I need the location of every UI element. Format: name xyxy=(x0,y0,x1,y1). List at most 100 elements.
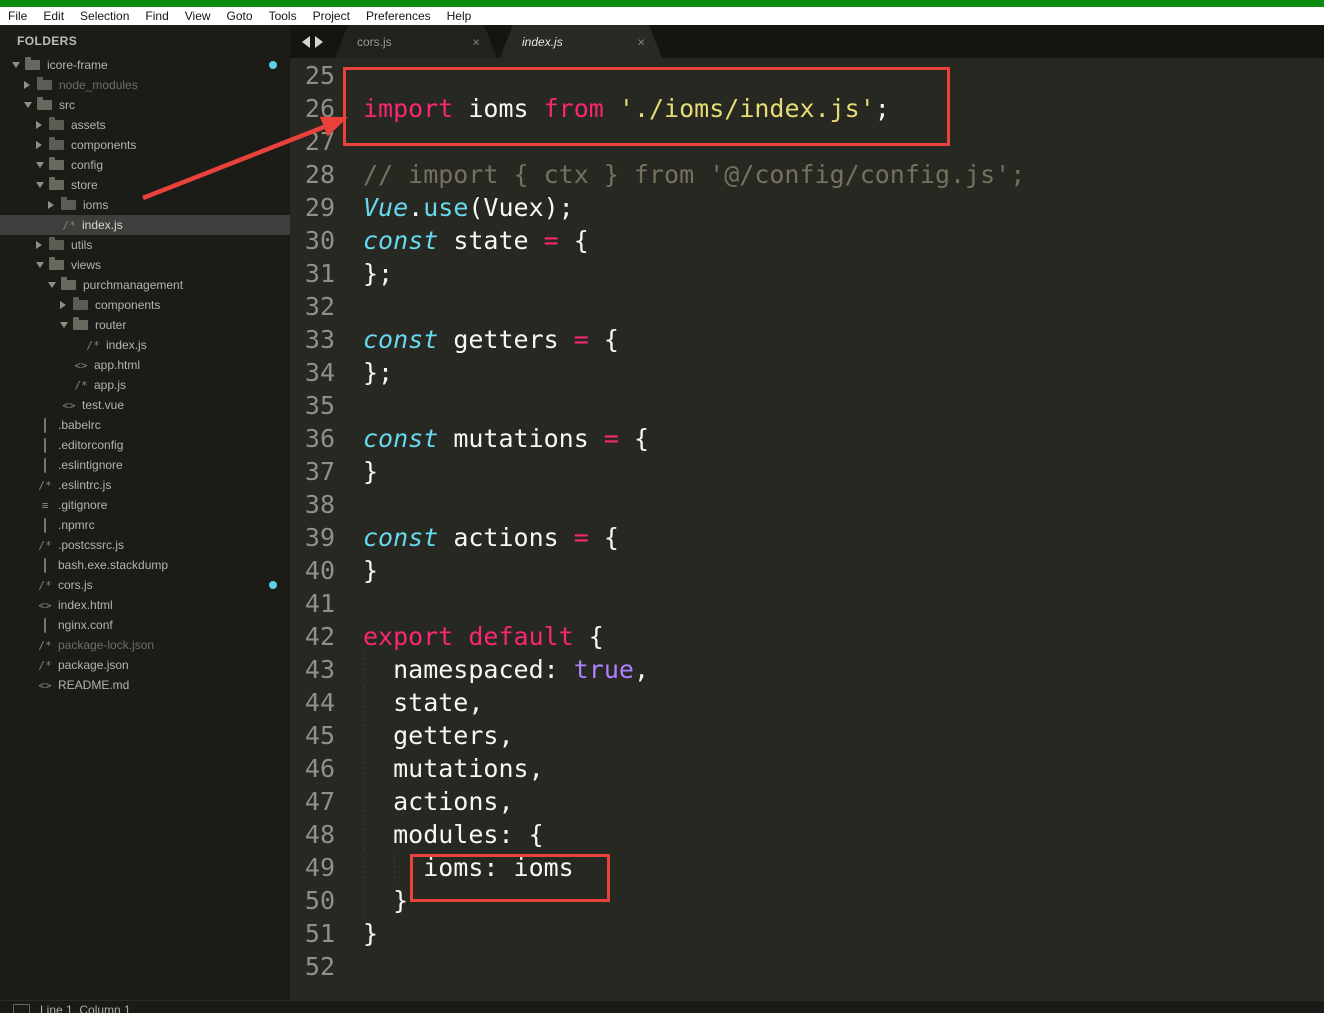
sidebar-item-nginx.conf[interactable]: nginx.conf xyxy=(0,615,290,635)
sidebar-item-label: app.js xyxy=(94,378,126,392)
line-number: 25 xyxy=(290,59,345,92)
sidebar-item-app.html[interactable]: <>app.html xyxy=(0,355,290,375)
folder-icon xyxy=(37,100,52,110)
sidebar: FOLDERS icore-framenode_modulessrcassets… xyxy=(0,25,290,1000)
token: true xyxy=(574,655,634,684)
token xyxy=(453,622,468,651)
menu-bar: FileEditSelectionFindViewGotoToolsProjec… xyxy=(0,7,1324,25)
code-text: import ioms from './ioms/index.js'; xyxy=(345,92,1324,125)
sidebar-item-views[interactable]: views xyxy=(0,255,290,275)
sidebar-item-.editorconfig[interactable]: .editorconfig xyxy=(0,435,290,455)
tab-cors-js[interactable]: cors.js× xyxy=(335,25,497,58)
sidebar-item-label: src xyxy=(59,98,75,112)
token: namespaced: xyxy=(363,655,574,684)
menu-item-view[interactable]: View xyxy=(177,9,219,23)
sidebar-item-.postcssrc.js[interactable]: /*.postcssrc.js xyxy=(0,535,290,555)
sidebar-item-.babelrc[interactable]: .babelrc xyxy=(0,415,290,435)
tab-close-icon[interactable]: × xyxy=(472,35,480,48)
sidebar-item-index.html[interactable]: <>index.html xyxy=(0,595,290,615)
sidebar-item-store[interactable]: store xyxy=(0,175,290,195)
line-number: 43 xyxy=(290,653,345,686)
menu-item-selection[interactable]: Selection xyxy=(72,9,137,23)
indent-guide xyxy=(364,818,365,851)
menu-item-goto[interactable]: Goto xyxy=(219,9,261,23)
sidebar-item-readme.md[interactable]: <>README.md xyxy=(0,675,290,695)
sidebar-item-bash.exe.stackdump[interactable]: bash.exe.stackdump xyxy=(0,555,290,575)
sidebar-item-utils[interactable]: utils xyxy=(0,235,290,255)
tab-scroll-left-icon[interactable] xyxy=(302,36,310,48)
sidebar-item-components[interactable]: components xyxy=(0,295,290,315)
sidebar-item-index.js[interactable]: /*index.js xyxy=(0,215,290,235)
js-file-icon: /* xyxy=(37,659,53,672)
code-line: 32 xyxy=(290,290,1324,323)
token: { xyxy=(589,523,619,552)
token: './ioms/index.js' xyxy=(619,94,875,123)
menu-item-edit[interactable]: Edit xyxy=(35,9,72,23)
tab-label: index.js xyxy=(522,35,563,49)
folder-icon xyxy=(73,320,88,330)
sidebar-item-.gitignore[interactable]: ≡.gitignore xyxy=(0,495,290,515)
folder-collapse-arrow-icon[interactable] xyxy=(36,121,49,129)
tab-scroll-right-icon[interactable] xyxy=(315,36,323,48)
menu-item-project[interactable]: Project xyxy=(305,9,358,23)
menu-item-preferences[interactable]: Preferences xyxy=(358,9,439,23)
line-number: 40 xyxy=(290,554,345,587)
sidebar-item-package-lock.json[interactable]: /*package-lock.json xyxy=(0,635,290,655)
menu-item-help[interactable]: Help xyxy=(439,9,480,23)
token: , xyxy=(634,655,649,684)
code-line: 44 state, xyxy=(290,686,1324,719)
folder-expand-arrow-icon[interactable] xyxy=(36,262,49,268)
sidebar-item-app.js[interactable]: /*app.js xyxy=(0,375,290,395)
sidebar-item-config[interactable]: config xyxy=(0,155,290,175)
folder-expand-arrow-icon[interactable] xyxy=(48,282,61,288)
folder-collapse-arrow-icon[interactable] xyxy=(60,301,73,309)
sidebar-item-label: config xyxy=(71,158,103,172)
folder-expand-arrow-icon[interactable] xyxy=(60,322,73,328)
folder-icon xyxy=(49,140,64,150)
sidebar-item-package.json[interactable]: /* package.json xyxy=(0,655,290,675)
folder-collapse-arrow-icon[interactable] xyxy=(36,241,49,249)
sidebar-item-index.js[interactable]: /*index.js xyxy=(0,335,290,355)
generic-file-icon xyxy=(37,619,53,632)
sidebar-item-components[interactable]: components xyxy=(0,135,290,155)
sidebar-item-.eslintrc.js[interactable]: /* .eslintrc.js xyxy=(0,475,290,495)
folder-expand-arrow-icon[interactable] xyxy=(12,62,25,68)
folder-expand-arrow-icon[interactable] xyxy=(24,102,37,108)
code-line: 40} xyxy=(290,554,1324,587)
sidebar-item-icore-frame[interactable]: icore-frame xyxy=(0,55,290,75)
token: const xyxy=(363,226,438,255)
sidebar-item-.npmrc[interactable]: .npmrc xyxy=(0,515,290,535)
sidebar-item-test.vue[interactable]: <>test.vue xyxy=(0,395,290,415)
sidebar-item-purchmanagement[interactable]: purchmanagement xyxy=(0,275,290,295)
tab-close-icon[interactable]: × xyxy=(637,35,645,48)
menu-item-find[interactable]: Find xyxy=(137,9,176,23)
sidebar-item-label: package.json xyxy=(58,658,129,672)
sidebar-item-cors.js[interactable]: /*cors.js xyxy=(0,575,290,595)
sidebar-item-router[interactable]: router xyxy=(0,315,290,335)
sidebar-item-ioms[interactable]: ioms xyxy=(0,195,290,215)
sidebar-item-label: .eslintrc.js xyxy=(58,478,111,492)
line-number: 35 xyxy=(290,389,345,422)
code-line: 39const actions = { xyxy=(290,521,1324,554)
tab-scroll-controls xyxy=(290,25,335,58)
sidebar-item-assets[interactable]: assets xyxy=(0,115,290,135)
sidebar-item-.eslintignore[interactable]: .eslintignore xyxy=(0,455,290,475)
indent-guide xyxy=(364,785,365,818)
token: state, xyxy=(363,688,483,717)
folder-collapse-arrow-icon[interactable] xyxy=(48,201,61,209)
sidebar-item-node_modules[interactable]: node_modules xyxy=(0,75,290,95)
sidebar-item-src[interactable]: src xyxy=(0,95,290,115)
folder-expand-arrow-icon[interactable] xyxy=(36,162,49,168)
folder-collapse-arrow-icon[interactable] xyxy=(24,81,37,89)
js-file-icon: /* xyxy=(37,479,53,492)
tab-index-js[interactable]: index.js × xyxy=(500,25,662,58)
menu-item-tools[interactable]: Tools xyxy=(261,9,305,23)
code-text: }; xyxy=(345,356,1324,389)
token: } xyxy=(363,556,378,585)
folder-expand-arrow-icon[interactable] xyxy=(36,182,49,188)
menu-item-file[interactable]: File xyxy=(0,9,35,23)
token: ioms xyxy=(453,94,543,123)
folder-collapse-arrow-icon[interactable] xyxy=(36,141,49,149)
code-line: 52 xyxy=(290,950,1324,983)
code-editor[interactable]: 2526import ioms from './ioms/index.js';2… xyxy=(290,58,1324,1000)
